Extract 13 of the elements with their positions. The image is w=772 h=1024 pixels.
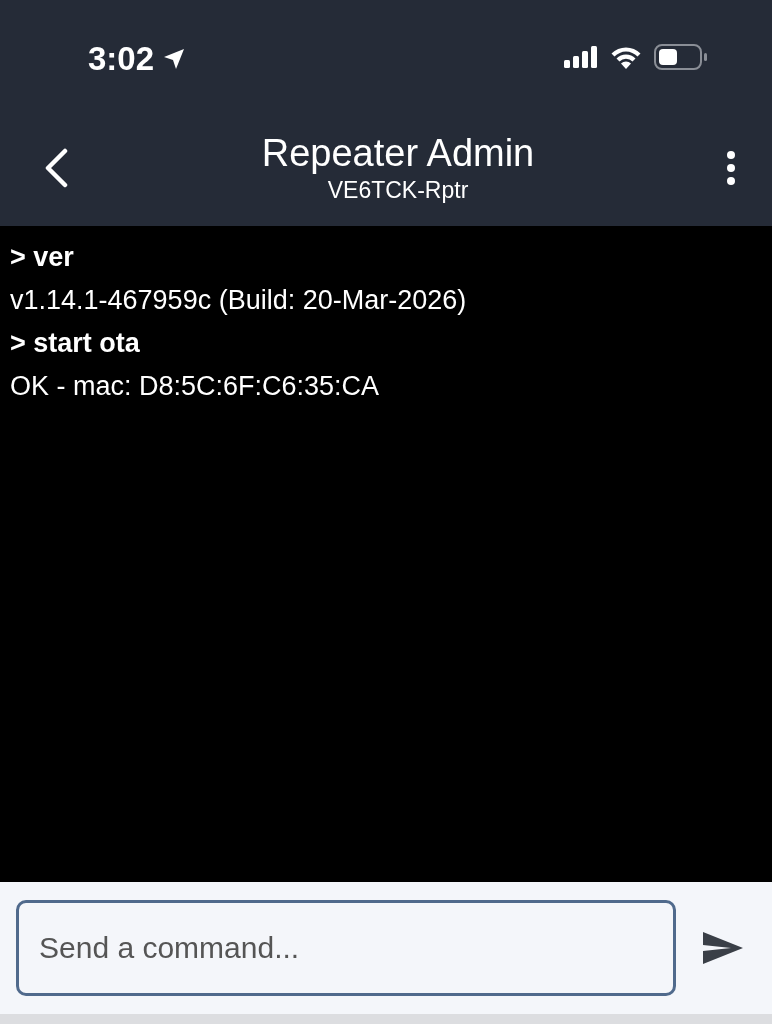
signal-icon <box>564 46 598 68</box>
more-menu-button[interactable] <box>724 149 738 187</box>
wifi-icon <box>610 45 642 69</box>
console-response: v1.14.1-467959c (Build: 20-Mar-2026) <box>10 284 467 317</box>
console-command: > ver <box>10 241 74 274</box>
screen-subtitle: VE6TCK-Rptr <box>327 176 469 205</box>
location-arrow-icon <box>162 47 187 71</box>
console-response: OK - mac: D8:5C:6F:C6:35:CA <box>10 370 380 403</box>
command-input[interactable]: Send a command... <box>16 900 676 996</box>
battery-icon <box>654 44 708 70</box>
screen-title: Repeater Admin <box>261 131 535 175</box>
status-time: 3:02 <box>88 40 155 78</box>
console-command: > start ota <box>10 327 140 360</box>
